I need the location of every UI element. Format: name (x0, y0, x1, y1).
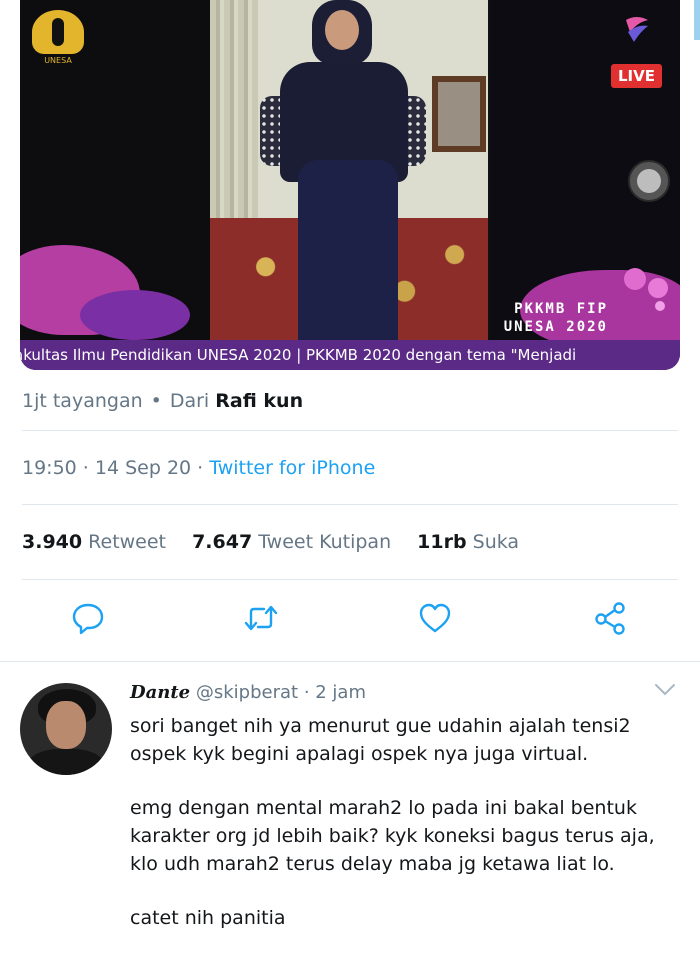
timestamp-text: 19:50 · 14 Sep 20 · (22, 457, 210, 479)
separator-dot: • (150, 390, 162, 412)
retweet-count: 3.940 (22, 531, 83, 553)
reply-button[interactable] (70, 600, 110, 640)
reply-paragraph: sori banget nih ya menurut gue udahin aj… (130, 715, 631, 765)
retweet-button[interactable] (243, 600, 283, 640)
divider (0, 661, 700, 662)
like-stat[interactable]: 11rb Suka (417, 531, 519, 553)
retweet-icon (244, 605, 278, 631)
news-ticker: akultas Ilmu Pendidikan UNESA 2020 | PKK… (20, 340, 680, 370)
decor-dot (648, 278, 668, 298)
chevron-down-icon[interactable] (654, 682, 676, 698)
tweet-timestamp: 19:50 · 14 Sep 20 · Twitter for iPhone (22, 457, 375, 479)
curtain (210, 0, 258, 240)
avatar[interactable] (20, 683, 112, 775)
retweet-label: Retweet (88, 531, 167, 553)
overlay-line-2: UNESA 2020 (503, 319, 608, 335)
quote-label: Tweet Kutipan (258, 531, 392, 553)
divider (22, 579, 678, 580)
divider (22, 430, 678, 431)
scroll-edge (694, 0, 700, 40)
video-frame (210, 0, 488, 340)
video-player[interactable]: UNESA LIVE PKKMB FIP UNESA 2020 akultas … (20, 0, 680, 370)
tweet-stats: 3.940 Retweet 7.647 Tweet Kutipan 11rb S… (22, 531, 539, 553)
reply-header: Dante @skipberat · 2 jam (130, 682, 366, 703)
share-button[interactable] (592, 600, 632, 640)
client-link[interactable]: Twitter for iPhone (209, 457, 375, 479)
from-label: Dari (169, 390, 210, 412)
reply-body: sori banget nih ya menurut gue udahin aj… (130, 712, 675, 958)
view-count: 1jt tayangan (22, 390, 143, 412)
person (298, 160, 398, 340)
overlay-line-1: PKKMB FIP (514, 301, 608, 317)
reply-paragraph: catet nih panitia (130, 907, 286, 929)
record-button[interactable] (628, 160, 670, 202)
pkkmb-logo-icon (626, 17, 648, 42)
divider (22, 504, 678, 505)
retweet-stat[interactable]: 3.940 Retweet (22, 531, 166, 553)
live-badge: LIVE (611, 64, 662, 88)
share-icon (595, 602, 625, 635)
quote-stat[interactable]: 7.647 Tweet Kutipan (192, 531, 391, 553)
like-button[interactable] (417, 600, 457, 640)
unesa-logo: UNESA (30, 10, 86, 66)
person (325, 10, 359, 50)
reply-icon (72, 603, 104, 635)
like-icon (419, 603, 451, 633)
view-info: 1jt tayangan • Dari Rafi kun (22, 390, 303, 412)
quote-count: 7.647 (192, 531, 253, 553)
reply-display-name[interactable]: Dante (130, 682, 190, 703)
like-label: Suka (472, 531, 520, 553)
logo-text: UNESA (44, 56, 72, 65)
action-bar (0, 600, 700, 640)
decor-dot (655, 301, 665, 311)
event-overlay-title: PKKMB FIP UNESA 2020 (498, 300, 608, 336)
reply-paragraph: emg dengan mental marah2 lo pada ini bak… (130, 797, 655, 875)
like-count: 11rb (417, 531, 467, 553)
decor-blob (80, 290, 190, 340)
reply-handle-time: @skipberat · 2 jam (195, 682, 366, 703)
decor-dot (624, 268, 646, 290)
ticker-text: akultas Ilmu Pendidikan UNESA 2020 | PKK… (20, 346, 577, 364)
wall-portrait (432, 76, 486, 152)
author-link[interactable]: Rafi kun (215, 390, 303, 412)
